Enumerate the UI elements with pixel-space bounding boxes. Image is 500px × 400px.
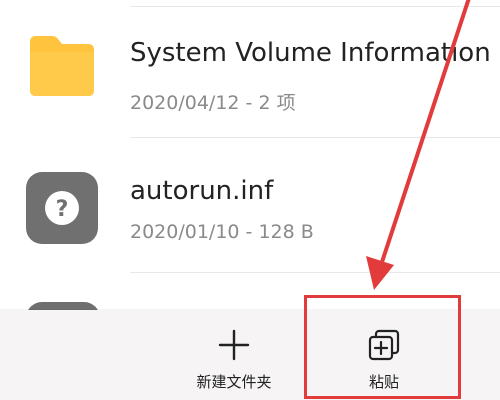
file-name: autorun.inf: [130, 176, 274, 206]
paste-button[interactable]: 粘贴: [324, 310, 444, 400]
file-manager-screen: System Volume Information 2020/04/12 - 2…: [0, 0, 500, 400]
list-divider: [130, 137, 500, 138]
unknown-file-icon: ?: [26, 172, 98, 244]
list-item[interactable]: System Volume Information 2020/04/12 - 2…: [0, 10, 500, 140]
paste-label: 粘贴: [368, 373, 399, 391]
bottom-action-bar: 新建文件夹 粘贴: [0, 310, 500, 400]
new-folder-label: 新建文件夹: [196, 373, 272, 391]
svg-text:?: ?: [56, 197, 69, 222]
folder-icon: [30, 36, 94, 96]
list-divider: [130, 272, 500, 273]
file-meta: 2020/01/10 - 128 B: [130, 221, 314, 243]
list-item[interactable]: ? autorun.inf 2020/01/10 - 128 B: [0, 140, 500, 270]
plus-icon: [218, 329, 250, 361]
file-name: System Volume Information: [130, 38, 491, 68]
list-divider: [130, 6, 500, 7]
new-folder-button[interactable]: 新建文件夹: [174, 310, 294, 400]
file-meta: 2020/04/12 - 2 项: [130, 92, 296, 114]
paste-icon: [368, 329, 400, 361]
